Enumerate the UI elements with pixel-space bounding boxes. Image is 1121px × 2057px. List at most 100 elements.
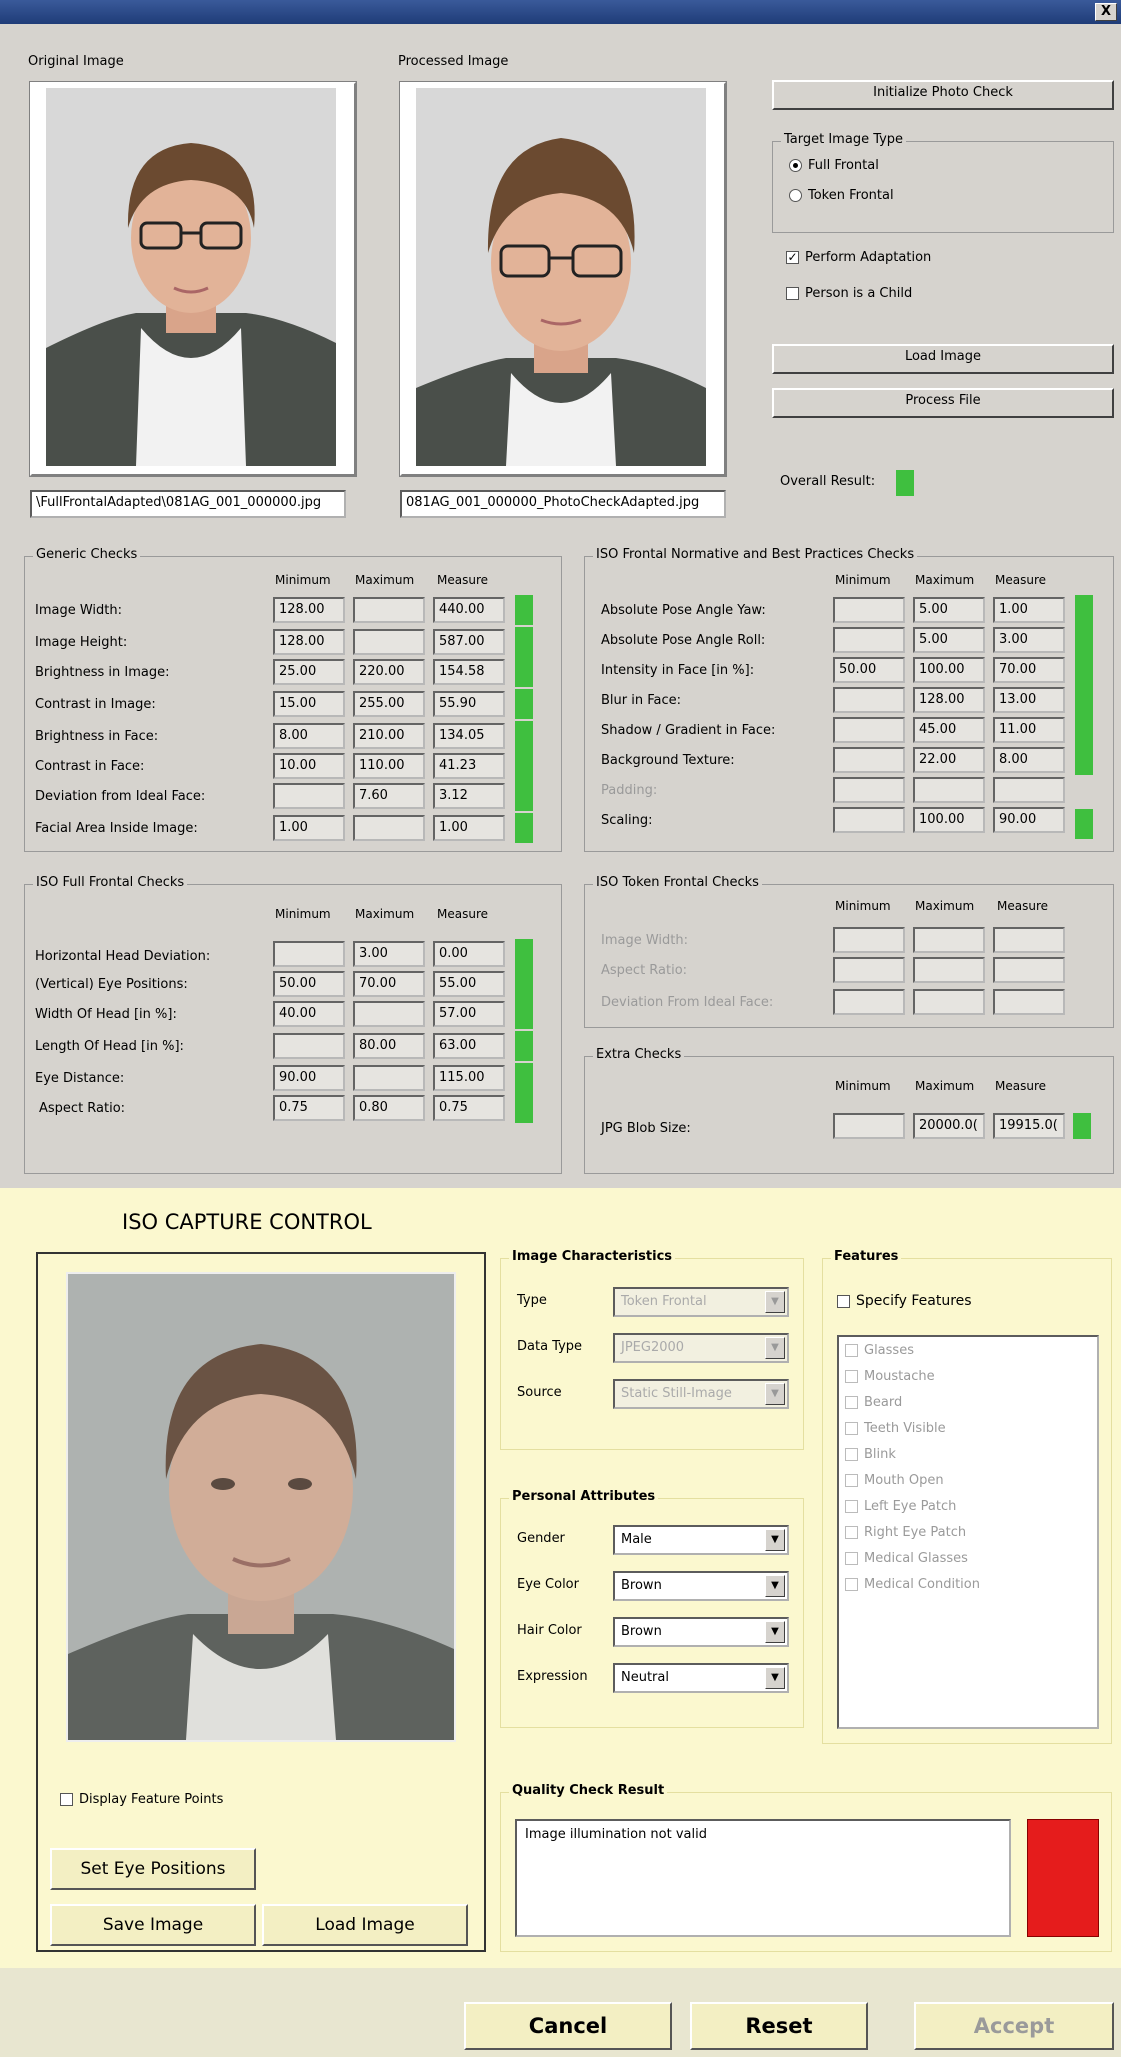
display-feature-points-checkbox[interactable]: Display Feature Points	[60, 1792, 223, 1807]
check-label: (Vertical) Eye Positions:	[35, 977, 188, 992]
check-label: Eye Distance:	[35, 1071, 125, 1086]
data-type-select[interactable]: JPEG2000 ▼	[613, 1333, 789, 1363]
perform-adaptation-checkbox[interactable]: ✓ Perform Adaptation	[786, 250, 931, 265]
processed-path-field[interactable]: 081AG_001_000000_PhotoCheckAdapted.jpg	[400, 490, 726, 518]
radio-token-frontal[interactable]: Token Frontal	[789, 188, 894, 203]
pass-indicator	[515, 595, 533, 625]
set-eye-positions-button[interactable]: Set Eye Positions	[50, 1848, 256, 1890]
min-field: 15.00	[273, 691, 345, 717]
check-label: Scaling:	[601, 813, 653, 828]
person-is-child-checkbox[interactable]: Person is a Child	[786, 286, 912, 301]
feature-item-moustache[interactable]: Moustache	[845, 1369, 935, 1384]
feature-item-medical-condition[interactable]: Medical Condition	[845, 1577, 980, 1592]
overall-result-label: Overall Result:	[780, 474, 876, 489]
max-field: 100.00	[913, 807, 985, 833]
expression-select[interactable]: Neutral ▼	[613, 1663, 789, 1693]
type-value: Token Frontal	[621, 1294, 707, 1309]
quality-check-group: Quality Check Result Image illumination …	[500, 1783, 1112, 1952]
check-label: Contrast in Image:	[35, 697, 156, 712]
chevron-down-icon: ▼	[765, 1667, 785, 1689]
cancel-button[interactable]: Cancel	[464, 2002, 672, 2050]
feature-item-right-eye-patch[interactable]: Right Eye Patch	[845, 1525, 966, 1540]
reset-button[interactable]: Reset	[690, 2002, 868, 2050]
pass-indicator	[515, 657, 533, 687]
feature-item-beard[interactable]: Beard	[845, 1395, 902, 1410]
generic-checks-title: Generic Checks	[33, 547, 141, 562]
pass-indicator	[515, 1093, 533, 1123]
min-field	[833, 627, 905, 653]
feature-item-left-eye-patch[interactable]: Left Eye Patch	[845, 1499, 956, 1514]
specify-features-checkbox[interactable]: Specify Features	[837, 1293, 972, 1309]
feature-item-mouth-open[interactable]: Mouth Open	[845, 1473, 944, 1488]
column-header-maximum: Maximum	[915, 573, 975, 587]
processed-image-label: Processed Image	[398, 54, 509, 69]
min-field	[833, 989, 905, 1015]
chevron-down-icon: ▼	[765, 1337, 785, 1359]
source-value: Static Still-Image	[621, 1386, 732, 1401]
max-field	[353, 1001, 425, 1027]
feature-item-glasses[interactable]: Glasses	[845, 1343, 914, 1358]
measure-field: 0.75	[433, 1095, 505, 1121]
feature-label: Glasses	[864, 1343, 914, 1358]
personal-attributes-group: Personal Attributes Gender Male ▼ Eye Co…	[500, 1489, 804, 1728]
save-image-button[interactable]: Save Image	[50, 1904, 256, 1946]
pass-indicator	[515, 813, 533, 843]
expression-value: Neutral	[621, 1670, 669, 1685]
load-image-button[interactable]: Load Image	[772, 344, 1114, 374]
checkbox-unchecked-icon	[845, 1422, 858, 1435]
pass-indicator	[515, 1063, 533, 1093]
checkbox-unchecked-icon	[837, 1294, 850, 1308]
pass-indicator	[515, 939, 533, 969]
max-field	[353, 1065, 425, 1091]
radio-selected-icon	[789, 159, 802, 172]
max-field	[353, 629, 425, 655]
measure-field: 587.00	[433, 629, 505, 655]
measure-field: 3.00	[993, 627, 1065, 653]
process-file-button[interactable]: Process File	[772, 388, 1114, 418]
extra-checks-group: Extra Checks Minimum Maximum Measure JPG…	[584, 1047, 1114, 1174]
feature-label: Mouth Open	[864, 1473, 944, 1488]
max-field	[913, 927, 985, 953]
original-path-field[interactable]: \FullFrontalAdapted\081AG_001_000000.jpg	[30, 490, 346, 518]
feature-item-teeth-visible[interactable]: Teeth Visible	[845, 1421, 946, 1436]
eye-color-label: Eye Color	[517, 1577, 579, 1592]
display-feature-points-label: Display Feature Points	[79, 1792, 224, 1807]
checkbox-unchecked-icon	[845, 1344, 858, 1357]
min-field	[833, 687, 905, 713]
measure-field: 90.00	[993, 807, 1065, 833]
image-characteristics-group: Image Characteristics Type Token Frontal…	[500, 1249, 804, 1450]
initialize-photo-check-button[interactable]: Initialize Photo Check	[772, 80, 1114, 110]
generic-checks-group: Generic Checks Minimum Maximum Measure I…	[24, 547, 562, 852]
min-field	[833, 807, 905, 833]
eye-color-select[interactable]: Brown ▼	[613, 1571, 789, 1601]
feature-item-blink[interactable]: Blink	[845, 1447, 896, 1462]
column-header-measure: Measure	[437, 573, 488, 587]
check-label: Deviation from Ideal Face:	[35, 789, 206, 804]
min-field: 25.00	[273, 659, 345, 685]
close-icon[interactable]: X	[1095, 3, 1117, 21]
iso-full-frontal-group: ISO Full Frontal Checks Minimum Maximum …	[24, 875, 562, 1174]
max-field	[913, 989, 985, 1015]
type-select[interactable]: Token Frontal ▼	[613, 1287, 789, 1317]
feature-item-medical-glasses[interactable]: Medical Glasses	[845, 1551, 968, 1566]
max-field	[353, 815, 425, 841]
load-image-button[interactable]: Load Image	[262, 1904, 468, 1946]
pass-indicator	[515, 751, 533, 781]
quality-check-title: Quality Check Result	[509, 1783, 668, 1798]
iso-capture-control-panel: ISO CAPTURE CONTROL Display Feature Poin…	[0, 1188, 1121, 1968]
quality-status-indicator	[1027, 1819, 1099, 1937]
hair-color-select[interactable]: Brown ▼	[613, 1617, 789, 1647]
check-label: Absolute Pose Angle Yaw:	[601, 603, 766, 618]
gender-select[interactable]: Male ▼	[613, 1525, 789, 1555]
data-type-value: JPEG2000	[621, 1340, 685, 1355]
eye-color-value: Brown	[621, 1578, 662, 1593]
accept-button[interactable]: Accept	[914, 2002, 1114, 2050]
processed-photo	[416, 88, 706, 466]
measure-field: 57.00	[433, 1001, 505, 1027]
pass-indicator	[515, 999, 533, 1029]
radio-full-frontal[interactable]: Full Frontal	[789, 158, 879, 173]
feature-label: Moustache	[864, 1369, 935, 1384]
measure-field: 13.00	[993, 687, 1065, 713]
target-image-type-group: Target Image Type Full Frontal Token Fro…	[772, 132, 1114, 233]
source-select[interactable]: Static Still-Image ▼	[613, 1379, 789, 1409]
